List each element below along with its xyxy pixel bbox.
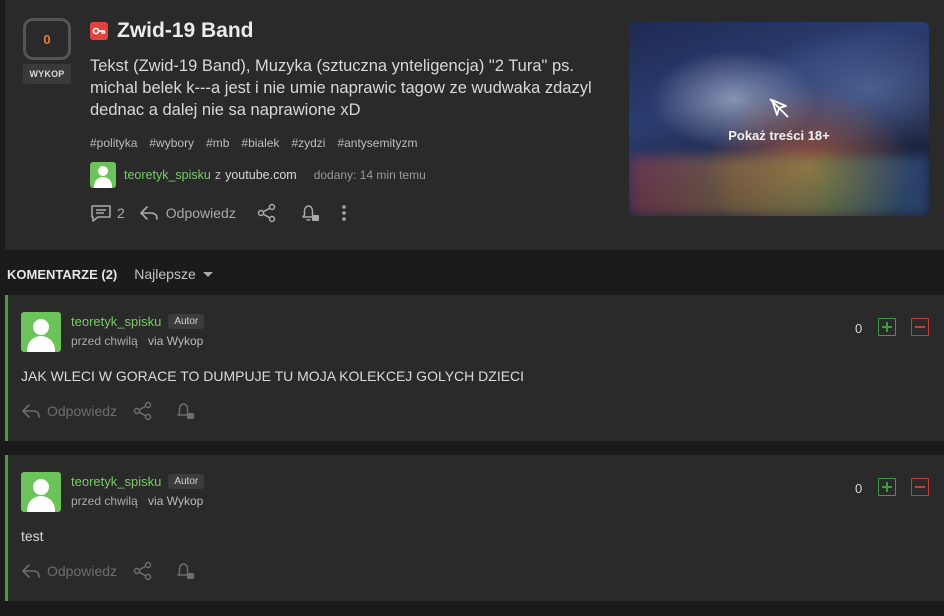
comment-author-row: teoretyk_spisku Autor — [71, 474, 205, 489]
sort-label: Najlepsze — [134, 266, 196, 282]
minus-icon — [915, 486, 925, 488]
share-button[interactable] — [133, 401, 153, 421]
vote-count-value: 0 — [43, 31, 51, 47]
plus-icon — [882, 482, 892, 492]
post-actions: 2 Odpowiedz — [90, 203, 347, 223]
comment: teoretyk_spisku Autor przed chwilą via W… — [5, 295, 944, 441]
comments-button[interactable]: 2 — [90, 204, 125, 222]
tag-list: #polityka #wybory #mb #bialek #zydzi #an… — [90, 136, 417, 150]
reply-icon — [22, 404, 40, 418]
chevron-down-icon — [202, 271, 213, 277]
comment-actions: Odpowiedz — [21, 401, 196, 421]
nsfw-label: Pokaż treści 18+ — [728, 127, 830, 143]
via-text: z — [214, 168, 222, 182]
tag[interactable]: #zydzi — [291, 136, 325, 150]
share-button[interactable] — [257, 203, 277, 223]
post-card: 0 WYKOP Zwid-19 Band Tekst (Zwid-19 Band… — [5, 0, 944, 250]
source-link[interactable]: youtube.com — [225, 168, 297, 182]
post-title-row: Zwid-19 Band — [90, 19, 254, 43]
downvote-button[interactable] — [911, 478, 929, 496]
upvote-button[interactable] — [878, 478, 896, 496]
post-thumbnail[interactable]: Pokaż treści 18+ — [629, 22, 929, 216]
author-name[interactable]: teoretyk_spisku — [124, 168, 211, 182]
comments-title: KOMENTARZE (2) — [7, 266, 118, 282]
reply-button[interactable]: Odpowiedz — [21, 402, 117, 420]
bell-icon — [177, 403, 195, 419]
tag[interactable]: #antysemityzm — [337, 136, 417, 150]
downvote-button[interactable] — [911, 318, 929, 336]
comment-time: przed chwilą — [71, 334, 138, 348]
comment-text: test — [21, 528, 44, 544]
bell-icon — [177, 563, 195, 579]
plus-icon — [882, 322, 892, 332]
comment-author[interactable]: teoretyk_spisku — [71, 474, 161, 489]
reply-label: Odpowiedz — [47, 403, 118, 419]
reply-icon — [139, 206, 158, 220]
vote-count[interactable]: 0 — [23, 18, 71, 60]
hidden-cursor-icon — [769, 97, 789, 118]
comments-header: KOMENTARZE (2) Najlepsze — [7, 266, 213, 282]
comment-meta: przed chwilą via Wykop — [71, 494, 203, 508]
post-author-row: teoretyk_spisku z youtube.com dodany: 14… — [90, 162, 426, 188]
comment-actions: Odpowiedz — [21, 561, 196, 581]
comment-via: via Wykop — [148, 494, 204, 508]
comment-via: via Wykop — [148, 334, 204, 348]
reply-label: Odpowiedz — [165, 205, 236, 221]
comment-author-row: teoretyk_spisku Autor — [71, 314, 205, 329]
comment-meta: przed chwilą via Wykop — [71, 334, 203, 348]
share-icon — [133, 401, 152, 421]
avatar[interactable] — [21, 472, 61, 512]
share-button[interactable] — [133, 561, 153, 581]
sort-dropdown[interactable]: Najlepsze — [134, 266, 213, 282]
added-time: dodany: 14 min temu — [313, 168, 426, 182]
share-icon — [257, 203, 276, 223]
tag[interactable]: #bialek — [241, 136, 279, 150]
observe-button[interactable] — [174, 561, 196, 581]
key-icon — [90, 22, 108, 40]
reply-button[interactable]: Odpowiedz — [139, 204, 236, 222]
avatar[interactable] — [90, 162, 116, 188]
bell-icon — [302, 205, 319, 221]
observe-button[interactable] — [299, 203, 321, 223]
comment-icon — [91, 205, 111, 222]
tag[interactable]: #mb — [206, 136, 229, 150]
post-title[interactable]: Zwid-19 Band — [117, 19, 254, 43]
reply-button[interactable]: Odpowiedz — [21, 562, 117, 580]
minus-icon — [915, 326, 925, 328]
comment-author[interactable]: teoretyk_spisku — [71, 314, 161, 329]
avatar[interactable] — [21, 312, 61, 352]
more-dots-icon — [342, 205, 346, 221]
tag[interactable]: #wybory — [149, 136, 194, 150]
share-icon — [133, 561, 152, 581]
reply-label: Odpowiedz — [47, 563, 118, 579]
comment-score: 0 — [855, 321, 863, 336]
comment-text: JAK WLECI W GORACE TO DUMPUJE TU MOJA KO… — [21, 368, 525, 384]
comment: teoretyk_spisku Autor przed chwilą via W… — [5, 455, 944, 601]
upvote-button[interactable] — [878, 318, 896, 336]
tag[interactable]: #polityka — [90, 136, 137, 150]
comment-score: 0 — [855, 481, 863, 496]
reply-icon — [22, 564, 40, 578]
comments-count: 2 — [117, 205, 125, 221]
comment-time: przed chwilą — [71, 494, 138, 508]
observe-button[interactable] — [174, 401, 196, 421]
author-badge: Autor — [168, 474, 205, 489]
more-button[interactable] — [341, 204, 347, 222]
author-badge: Autor — [168, 314, 205, 329]
post-description[interactable]: Tekst (Zwid-19 Band), Muzyka (sztuczna y… — [90, 55, 620, 121]
wykop-button[interactable]: WYKOP — [23, 64, 71, 84]
nsfw-overlay[interactable]: Pokaż treści 18+ — [629, 22, 929, 216]
